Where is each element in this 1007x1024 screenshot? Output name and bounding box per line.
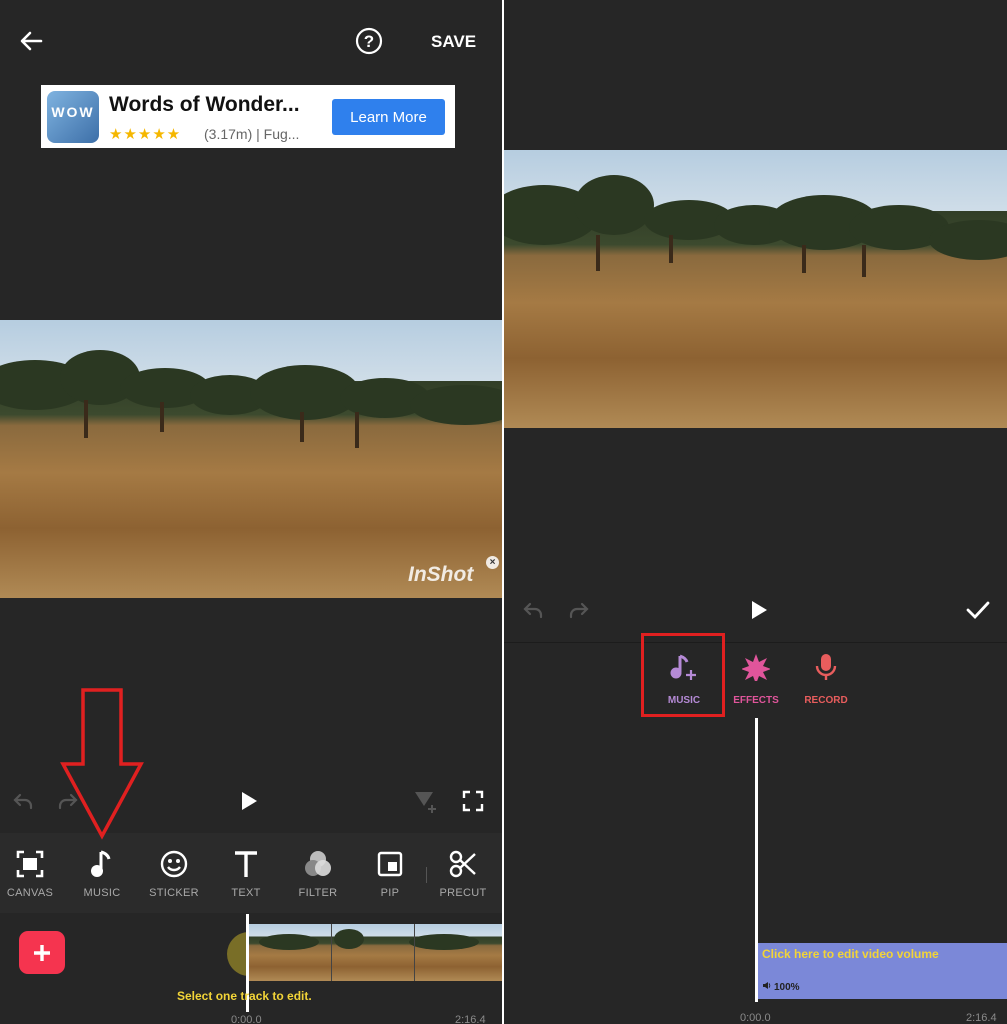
canvas-icon bbox=[0, 847, 66, 881]
tab-effects[interactable]: EFFECTS bbox=[726, 652, 786, 706]
left-editor-screen: ? SAVE WOW Words of Wonder... ★★★★★ (3.1… bbox=[0, 0, 502, 1024]
fullscreen-icon[interactable] bbox=[461, 789, 485, 813]
time-end: 2:16.4 bbox=[966, 1012, 997, 1024]
smiley-icon bbox=[138, 847, 210, 881]
scissors-icon bbox=[427, 847, 499, 881]
video-preview[interactable] bbox=[504, 150, 1007, 428]
redo-icon[interactable] bbox=[566, 598, 592, 622]
red-arrow-annotation bbox=[60, 688, 144, 840]
add-clip-button[interactable] bbox=[19, 931, 65, 974]
toolbar-filter[interactable]: FILTER bbox=[282, 847, 354, 899]
back-arrow-icon[interactable] bbox=[16, 26, 46, 56]
inshot-watermark: InShot bbox=[408, 563, 474, 586]
ad-banner[interactable]: WOW Words of Wonder... ★★★★★ (3.17m) | F… bbox=[41, 85, 455, 148]
volume-indicator: 100% bbox=[762, 981, 800, 993]
pip-icon bbox=[354, 847, 426, 881]
toolbar-text[interactable]: TEXT bbox=[210, 847, 282, 899]
time-end: 2:16.4 bbox=[455, 1014, 486, 1024]
save-button[interactable]: SAVE bbox=[431, 32, 476, 52]
ad-rating-stars: ★★★★★ bbox=[109, 126, 182, 143]
volume-hint-text: Click here to edit video volume bbox=[762, 947, 939, 961]
ad-learn-more-button[interactable]: Learn More bbox=[332, 99, 445, 135]
toolbar-sticker[interactable]: STICKER bbox=[138, 847, 210, 899]
remove-watermark-icon[interactable]: × bbox=[486, 556, 499, 569]
time-start: 0:00.0 bbox=[740, 1012, 771, 1024]
play-icon[interactable] bbox=[747, 598, 771, 622]
right-music-screen: MUSIC EFFECTS RECORD Click here to edit … bbox=[504, 0, 1007, 1024]
video-volume-track[interactable]: Click here to edit video volume 100% bbox=[758, 943, 1007, 999]
add-keyframe-icon[interactable] bbox=[412, 788, 440, 814]
starburst-icon bbox=[726, 652, 786, 682]
speaker-icon bbox=[762, 981, 772, 993]
ad-title: Words of Wonder... bbox=[109, 93, 300, 116]
play-icon[interactable] bbox=[237, 789, 261, 813]
toolbar: CANVAS MUSIC STICKER TEXT FILTER PIP PRE… bbox=[0, 833, 502, 913]
track-hint-text: Select one track to edit. bbox=[177, 989, 312, 1003]
help-icon[interactable]: ? bbox=[354, 26, 384, 56]
toolbar-precut[interactable]: PRECUT bbox=[427, 847, 499, 899]
undo-icon[interactable] bbox=[10, 789, 36, 813]
time-start: 0:00.0 bbox=[231, 1014, 262, 1024]
video-preview[interactable]: InShot × bbox=[0, 320, 502, 598]
svg-text:?: ? bbox=[364, 32, 374, 51]
ad-meta: (3.17m) | Fug... bbox=[204, 126, 300, 142]
tab-record[interactable]: RECORD bbox=[796, 652, 856, 706]
microphone-icon bbox=[796, 652, 856, 682]
divider bbox=[504, 642, 1007, 643]
toolbar-pip[interactable]: PIP bbox=[354, 847, 426, 899]
toolbar-music[interactable]: MUSIC bbox=[66, 847, 138, 899]
red-highlight-annotation bbox=[641, 633, 725, 717]
confirm-check-icon[interactable] bbox=[964, 597, 992, 623]
toolbar-canvas[interactable]: CANVAS bbox=[0, 847, 66, 899]
undo-icon[interactable] bbox=[520, 598, 546, 622]
filter-circles-icon bbox=[282, 847, 354, 881]
music-note-icon bbox=[66, 847, 138, 881]
video-clip-track[interactable] bbox=[249, 924, 502, 981]
text-t-icon bbox=[210, 847, 282, 881]
ad-app-logo: WOW bbox=[47, 91, 99, 143]
